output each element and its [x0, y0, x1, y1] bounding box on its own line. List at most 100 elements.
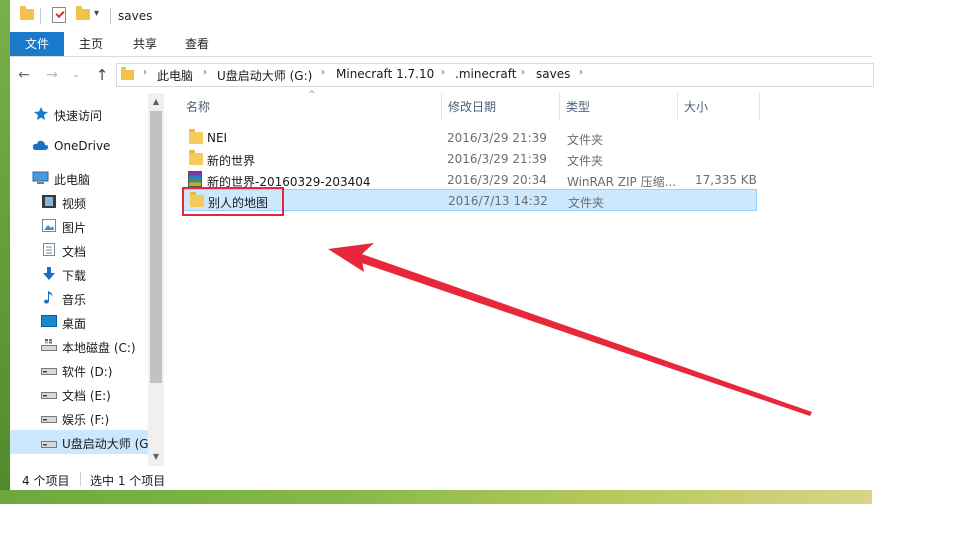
breadcrumb-saves[interactable]: saves [536, 67, 570, 81]
properties-icon[interactable] [52, 7, 66, 23]
sidebar-item-music[interactable]: 音乐 [10, 287, 150, 309]
sidebar-item-label: 下载 [62, 269, 87, 283]
title-bar: ▾ saves [10, 0, 872, 32]
sidebar-item-label: 本地磁盘 (C:) [62, 341, 136, 355]
tab-share[interactable]: 共享 [120, 32, 170, 56]
file-date: 2016/3/29 21:39 [447, 152, 547, 166]
drive-icon [41, 392, 57, 399]
item-count: 4 个项目 [22, 474, 70, 488]
chevron-right-icon[interactable]: › [521, 67, 525, 78]
breadcrumb-minecraft[interactable]: Minecraft 1.7.10 [336, 67, 434, 81]
document-icon [43, 243, 55, 256]
new-folder-icon[interactable] [76, 6, 90, 20]
sidebar-item-label: 音乐 [62, 293, 87, 307]
file-date: 2016/7/13 14:32 [448, 194, 548, 208]
file-type: WinRAR ZIP 压缩... [567, 175, 677, 189]
file-date: 2016/3/29 20:34 [447, 173, 547, 187]
file-row[interactable]: 新的世界 2016/3/29 21:39 文件夹 [183, 148, 757, 169]
picture-icon [42, 219, 56, 232]
wallpaper [0, 0, 10, 504]
sidebar-item-drive-c[interactable]: 本地磁盘 (C:) [10, 335, 150, 357]
sidebar-item-label: 此电脑 [54, 173, 91, 187]
sidebar-item-drive-e[interactable]: 文档 (E:) [10, 383, 150, 405]
drive-icon [41, 339, 57, 351]
column-header-name[interactable]: 名称 [180, 93, 442, 121]
address-bar[interactable]: › 此电脑 › U盘启动大师 (G:) › Minecraft 1.7.10 ›… [116, 63, 874, 87]
scroll-down-icon[interactable]: ▼ [148, 450, 164, 464]
sidebar-item-label: 图片 [62, 221, 87, 235]
tab-view[interactable]: 查看 [174, 32, 220, 56]
window-title: saves [118, 9, 153, 23]
sidebar-item-label: 视频 [62, 197, 87, 211]
sidebar-item-drive-g[interactable]: U盘启动大师 (G [10, 430, 150, 454]
desktop-icon [41, 315, 57, 327]
breadcrumb-drive-g[interactable]: U盘启动大师 (G:) [217, 67, 312, 84]
navigation-pane: 快速访问 OneDrive 此电脑 视频 图片 文档 下载 音乐 桌面 本地磁盘… [10, 93, 164, 466]
sidebar-item-label: 快速访问 [54, 109, 103, 123]
back-button[interactable]: ← [14, 66, 34, 84]
sidebar-item-pictures[interactable]: 图片 [10, 215, 150, 237]
tab-home[interactable]: 主页 [68, 32, 114, 56]
column-header-type[interactable]: 类型 [560, 93, 678, 121]
file-type: 文件夹 [567, 154, 604, 168]
file-explorer-window: ▾ saves 文件 主页 共享 查看 ← → ⌄ ↑ › 此电脑 › U盘启动… [10, 0, 874, 490]
sidebar-item-downloads[interactable]: 下载 [10, 263, 150, 285]
folder-icon [189, 129, 203, 144]
sidebar-item-drive-d[interactable]: 软件 (D:) [10, 359, 150, 381]
chevron-right-icon[interactable]: › [321, 67, 325, 78]
sidebar-item-label: 软件 (D:) [62, 365, 113, 379]
column-header-size[interactable]: 大小 [678, 93, 760, 121]
ribbon-tabs: 文件 主页 共享 查看 [10, 32, 872, 57]
music-icon [44, 291, 53, 304]
sidebar-item-label: OneDrive [54, 139, 111, 153]
chevron-right-icon[interactable]: › [579, 67, 583, 78]
download-icon [43, 267, 55, 280]
sidebar-item-label: 文档 [62, 245, 87, 259]
star-icon [34, 107, 48, 120]
drive-icon [41, 416, 57, 423]
scroll-up-icon[interactable]: ▲ [148, 95, 164, 109]
divider [40, 8, 41, 24]
chevron-right-icon[interactable]: › [143, 67, 147, 78]
scrollbar[interactable]: ▲ ▼ [148, 93, 164, 466]
forward-button[interactable]: → [42, 66, 62, 84]
chevron-right-icon[interactable]: › [441, 67, 445, 78]
file-type: 文件夹 [567, 133, 604, 147]
file-date: 2016/3/29 21:39 [447, 131, 547, 145]
sidebar-item-quick-access[interactable]: 快速访问 [10, 103, 150, 125]
navigation-row: ← → ⌄ ↑ › 此电脑 › U盘启动大师 (G:) › Minecraft … [10, 57, 874, 93]
wallpaper-strip [0, 490, 872, 504]
file-type: 文件夹 [568, 196, 605, 210]
up-button[interactable]: ↑ [92, 66, 112, 84]
chevron-right-icon[interactable]: › [203, 67, 207, 78]
sidebar-item-onedrive[interactable]: OneDrive [10, 135, 150, 157]
chevron-down-icon[interactable]: ▾ [94, 8, 99, 19]
scroll-thumb[interactable] [150, 111, 162, 383]
computer-icon [32, 171, 49, 184]
status-bar: 4 个项目 选中 1 个项目 [10, 466, 872, 490]
file-name: 新的世界 [207, 154, 256, 168]
desktop: ▾ saves 文件 主页 共享 查看 ← → ⌄ ↑ › 此电脑 › U盘启动… [0, 0, 960, 540]
sidebar-item-this-pc[interactable]: 此电脑 [10, 167, 150, 189]
breadcrumb-dot-minecraft[interactable]: .minecraft [455, 67, 516, 81]
recent-locations-button[interactable]: ⌄ [66, 66, 86, 84]
winrar-archive-icon [188, 171, 202, 187]
sidebar-item-label: 娱乐 (F:) [62, 413, 110, 427]
selection-count: 选中 1 个项目 [90, 474, 166, 488]
sidebar-item-drive-f[interactable]: 娱乐 (F:) [10, 407, 150, 429]
tab-file[interactable]: 文件 [10, 32, 64, 56]
annotation-highlight-box [182, 187, 284, 216]
folder-icon [121, 67, 134, 80]
sidebar-item-desktop[interactable]: 桌面 [10, 311, 150, 333]
sidebar-item-videos[interactable]: 视频 [10, 191, 150, 213]
sidebar-item-documents[interactable]: 文档 [10, 239, 150, 261]
divider [80, 472, 81, 486]
drive-icon [41, 368, 57, 375]
column-header-date[interactable]: 修改日期 [442, 93, 560, 121]
sidebar-item-label: U盘启动大师 (G [62, 437, 149, 451]
breadcrumb-this-pc[interactable]: 此电脑 [157, 67, 193, 84]
folder-icon [189, 150, 203, 165]
usb-drive-icon [41, 441, 57, 448]
file-row[interactable]: NEI 2016/3/29 21:39 文件夹 [183, 127, 757, 148]
video-icon [42, 195, 56, 208]
